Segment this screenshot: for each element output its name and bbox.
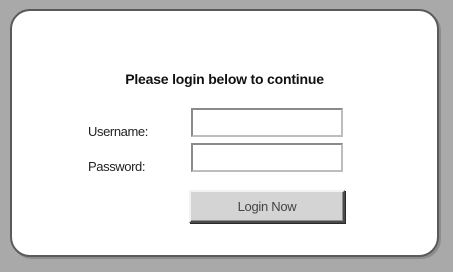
- username-label: Username:: [88, 124, 148, 139]
- login-title: Please login below to continue: [125, 71, 324, 87]
- username-input[interactable]: [191, 108, 343, 137]
- login-now-button[interactable]: Login Now: [189, 190, 345, 223]
- login-panel: Please login below to continue Username:…: [10, 9, 439, 257]
- password-input[interactable]: [191, 143, 343, 172]
- password-label: Password:: [88, 159, 146, 174]
